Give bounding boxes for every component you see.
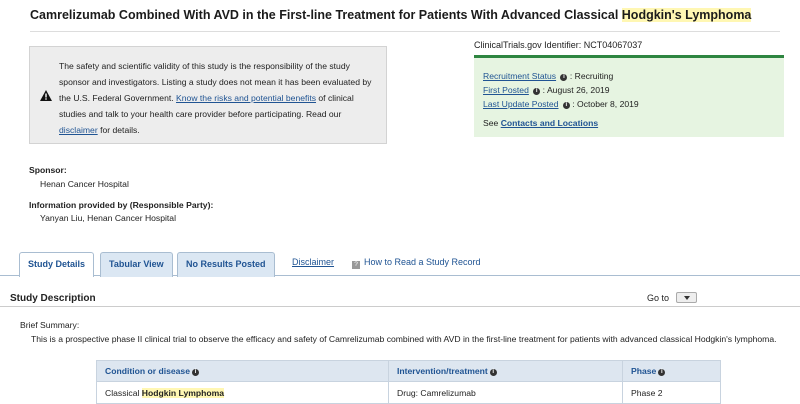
info-icon[interactable]: i: [560, 74, 568, 81]
condition-highlight: Hodgkin Lymphoma: [141, 387, 225, 398]
intervention-header: Intervention/treatment i: [388, 360, 623, 382]
phase-header: Phase i: [622, 360, 721, 382]
last-update-value: : October 8, 2019: [572, 99, 639, 109]
tab-tabular-view[interactable]: Tabular View: [100, 252, 173, 277]
study-description-header: Study Description Go to: [0, 289, 800, 307]
info-icon[interactable]: i: [562, 102, 570, 109]
condition-header: Condition or disease i: [96, 360, 389, 382]
status-box: Recruitment Status i : Recruiting First …: [474, 55, 784, 137]
info-icon[interactable]: i: [533, 88, 541, 95]
intervention-header-label: Intervention/treatment: [397, 366, 488, 376]
condition-cell: Classical Hodgkin Lymphoma: [96, 381, 389, 404]
condition-header-label: Condition or disease: [105, 366, 190, 376]
table-row: Classical Hodgkin Lymphoma Drug: Camreli…: [96, 381, 721, 404]
title-highlight: Hodgkin's Lymphoma: [621, 8, 752, 22]
info-icon[interactable]: i: [489, 369, 497, 376]
responsible-party-value: Yanyan Liu, Henan Cancer Hospital: [40, 213, 176, 223]
condition-prefix: Classical: [105, 387, 142, 398]
goto-label: Go to: [647, 293, 670, 303]
disclaimer-box: The safety and scientific validity of th…: [29, 46, 387, 144]
disclaimer-tab-link[interactable]: Disclaimer: [292, 257, 334, 267]
sponsor-value: Henan Cancer Hospital: [40, 179, 129, 189]
recruitment-status-value: : Recruiting: [569, 71, 614, 81]
responsible-party-label: Information provided by (Responsible Par…: [29, 200, 214, 210]
risks-benefits-link[interactable]: Know the risks and potential benefits: [176, 93, 316, 103]
title-text: Camrelizumab Combined With AVD in the Fi…: [30, 8, 622, 22]
contacts-locations-link[interactable]: Contacts and Locations: [501, 118, 598, 128]
study-description-title: Study Description: [10, 293, 96, 304]
how-to-read-label: How to Read a Study Record: [364, 257, 481, 267]
sponsor-label: Sponsor:: [29, 165, 67, 175]
recruitment-status-link[interactable]: Recruitment Status: [483, 71, 556, 81]
disclaimer-link[interactable]: disclaimer: [59, 125, 98, 135]
info-icon[interactable]: i: [658, 369, 666, 376]
phase-header-label: Phase: [631, 366, 657, 376]
first-posted-value: : August 26, 2019: [542, 85, 610, 95]
tab-study-details[interactable]: Study Details: [19, 252, 95, 277]
see-text: See: [483, 118, 501, 128]
disclaimer-part3: for details.: [97, 125, 140, 135]
goto-dropdown[interactable]: [676, 292, 697, 303]
last-update-link[interactable]: Last Update Posted: [483, 99, 559, 109]
study-tabs: Study Details Tabular View No Results Po…: [0, 250, 800, 277]
last-update-row: Last Update Posted i : October 8, 2019: [483, 99, 639, 109]
brief-summary-text: This is a prospective phase II clinical …: [31, 334, 777, 344]
phase-cell: Phase 2: [622, 381, 721, 404]
tab-no-results-posted[interactable]: No Results Posted: [177, 252, 275, 277]
table-header-row: Condition or disease i Intervention/treat…: [96, 360, 721, 382]
brief-summary-label: Brief Summary:: [20, 320, 80, 330]
page-title: Camrelizumab Combined With AVD in the Fi…: [30, 8, 780, 32]
conditions-table: Condition or disease i Intervention/treat…: [96, 360, 721, 404]
intervention-cell: Drug: Camrelizumab: [388, 381, 623, 404]
warning-icon: [40, 90, 52, 101]
first-posted-link[interactable]: First Posted: [483, 85, 529, 95]
first-posted-row: First Posted i : August 26, 2019: [483, 85, 610, 95]
how-to-read-link[interactable]: ? How to Read a Study Record: [352, 257, 481, 269]
contacts-row: See Contacts and Locations: [483, 118, 598, 128]
disclaimer-text: The safety and scientific validity of th…: [59, 58, 377, 138]
help-icon: ?: [352, 261, 360, 269]
nct-identifier: ClinicalTrials.gov Identifier: NCT040670…: [474, 40, 643, 50]
info-icon[interactable]: i: [192, 369, 199, 376]
recruitment-status-row: Recruitment Status i : Recruiting: [483, 71, 613, 81]
